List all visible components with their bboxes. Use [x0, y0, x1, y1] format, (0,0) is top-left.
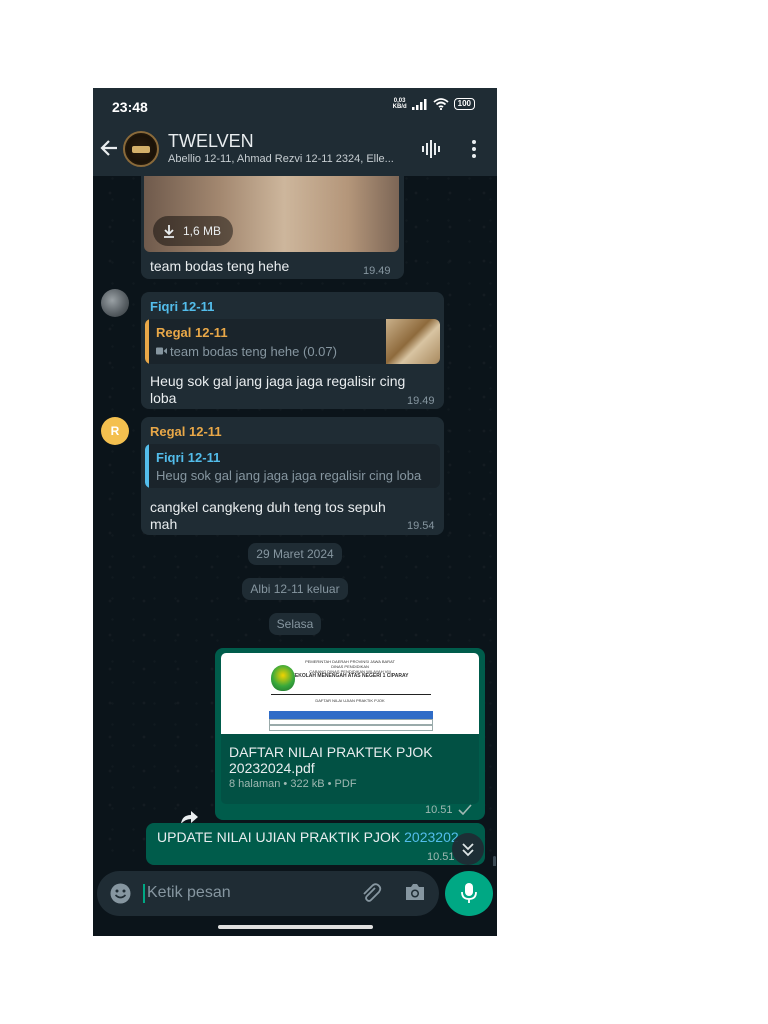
status-time: 23:48	[112, 99, 148, 115]
day-divider: Selasa	[269, 613, 321, 635]
avatar-fiqri[interactable]	[101, 289, 129, 317]
message-text: UPDATE NILAI UJIAN PRAKTIK PJOK 2023202	[157, 829, 459, 845]
image-thumbnail[interactable]: 1,6 MB	[144, 176, 399, 252]
chat-area[interactable]: 1,6 MB team bodas teng hehe 19.49 Fiqri …	[93, 176, 497, 866]
message-input[interactable]: Ketik pesan	[147, 884, 231, 902]
pdf-rule	[271, 694, 431, 695]
message-time: 10.51	[427, 851, 455, 863]
video-icon	[156, 347, 167, 355]
group-avatar-crest	[132, 146, 150, 153]
sender-name[interactable]: Regal 12-11	[150, 424, 222, 439]
camera-icon[interactable]	[404, 883, 426, 902]
message-text: team bodas teng hehe	[150, 258, 290, 274]
attach-icon[interactable]	[360, 882, 382, 904]
message-time: 10.51	[425, 804, 453, 816]
quote-sender: Fiqri 12-11	[156, 450, 221, 465]
sender-name[interactable]: Fiqri 12-11	[150, 299, 214, 314]
phone-screen: 23:48 0,03 KB/d 100 TWELVEN Abellio 12-1…	[93, 88, 497, 936]
school-logo-icon	[271, 665, 295, 691]
message-regal[interactable]: Regal 12-11 Fiqri 12-11 Heug sok gal jan…	[141, 417, 444, 535]
file-size: 1,6 MB	[183, 224, 222, 238]
pdf-preview[interactable]: PEMERINTAH DAERAH PROVINSI JAWA BARAT DI…	[221, 653, 479, 734]
image-message[interactable]: 1,6 MB team bodas teng hehe 19.49	[141, 176, 404, 279]
quote-sender: Regal 12-11	[156, 325, 228, 340]
pdf-info[interactable]: DAFTAR NILAI PRAKTEK PJOK 20232024.pdf 8…	[221, 734, 479, 804]
message-text-line1: cangkel cangkeng duh teng tos sepuh	[150, 499, 386, 515]
quote-thumbnail	[386, 319, 440, 364]
message-time: 19.49	[407, 395, 435, 407]
network-speed: 0,03 KB/d	[392, 98, 407, 110]
double-chevron-down-icon	[462, 843, 474, 857]
group-members[interactable]: Abellio 12-11, Ahmad Rezvi 12-11 2324, E…	[168, 153, 394, 165]
pdf-meta: 8 halaman • 322 kB • PDF	[229, 778, 357, 790]
message-update[interactable]: UPDATE NILAI UJIAN PRAKTIK PJOK 2023202 …	[146, 823, 485, 865]
pdf-letterhead: PEMERINTAH DAERAH PROVINSI JAWA BARAT DI…	[291, 659, 409, 679]
home-indicator[interactable]	[218, 925, 373, 929]
message-link[interactable]: 2023202	[404, 829, 459, 845]
text-caret	[143, 884, 145, 903]
wifi-icon	[433, 98, 449, 110]
message-text-line2: loba	[150, 390, 177, 406]
pdf-doc-title: DAFTAR NILAI UJIAN PRAKTIK PJOK	[315, 698, 385, 703]
pdf-table-row	[269, 725, 433, 731]
scrollbar[interactable]	[493, 856, 496, 866]
group-name[interactable]: TWELVEN	[168, 131, 254, 152]
quote-text: team bodas teng hehe (0.07)	[170, 344, 337, 359]
message-time: 19.54	[407, 520, 435, 532]
document-message[interactable]: PEMERINTAH DAERAH PROVINSI JAWA BARAT DI…	[215, 648, 485, 820]
chat-header[interactable]: TWELVEN Abellio 12-11, Ahmad Rezvi 12-11…	[93, 126, 497, 176]
battery-icon: 100	[453, 98, 475, 110]
mic-icon	[461, 883, 477, 903]
quoted-message[interactable]: Regal 12-11 team bodas teng hehe (0.07)	[145, 319, 440, 364]
emoji-icon[interactable]	[110, 883, 131, 904]
message-fiqri[interactable]: Fiqri 12-11 Regal 12-11 team bodas teng …	[141, 292, 444, 409]
date-divider: 29 Maret 2024	[248, 543, 342, 565]
avatar-regal[interactable]: R	[101, 417, 129, 445]
quote-bar	[145, 444, 149, 488]
message-text-line2: mah	[150, 516, 178, 532]
pdf-title: DAFTAR NILAI PRAKTEK PJOK 20232024.pdf	[229, 744, 433, 776]
scroll-to-bottom-button[interactable]	[452, 833, 484, 865]
system-message: Albi 12-11 keluar	[242, 578, 348, 600]
status-bar: 23:48 0,03 KB/d 100	[93, 88, 497, 126]
download-button[interactable]: 1,6 MB	[153, 216, 233, 246]
pdf-table	[269, 711, 433, 733]
message-input-container[interactable]: Ketik pesan	[97, 871, 439, 916]
message-text-line1: Heug sok gal jang jaga jaga regalisir ci…	[150, 373, 406, 389]
mic-button[interactable]	[445, 871, 493, 916]
download-icon	[164, 224, 174, 238]
avatar-initial: R	[110, 424, 120, 438]
message-time: 19.49	[363, 265, 391, 277]
quoted-message[interactable]: Fiqri 12-11 Heug sok gal jang jaga jaga …	[145, 444, 440, 488]
more-options-icon[interactable]	[469, 139, 479, 159]
quote-text: Heug sok gal jang jaga jaga regalisir ci…	[156, 468, 422, 483]
back-arrow-icon[interactable]	[99, 138, 119, 158]
pdf-table-header	[269, 711, 433, 719]
quote-bar	[145, 319, 149, 364]
signal-icon	[411, 98, 427, 110]
sent-check-icon	[458, 804, 472, 815]
group-avatar[interactable]	[123, 131, 159, 167]
voice-chat-icon[interactable]	[421, 139, 441, 159]
system-icons: 0,03 KB/d 100	[393, 98, 475, 110]
